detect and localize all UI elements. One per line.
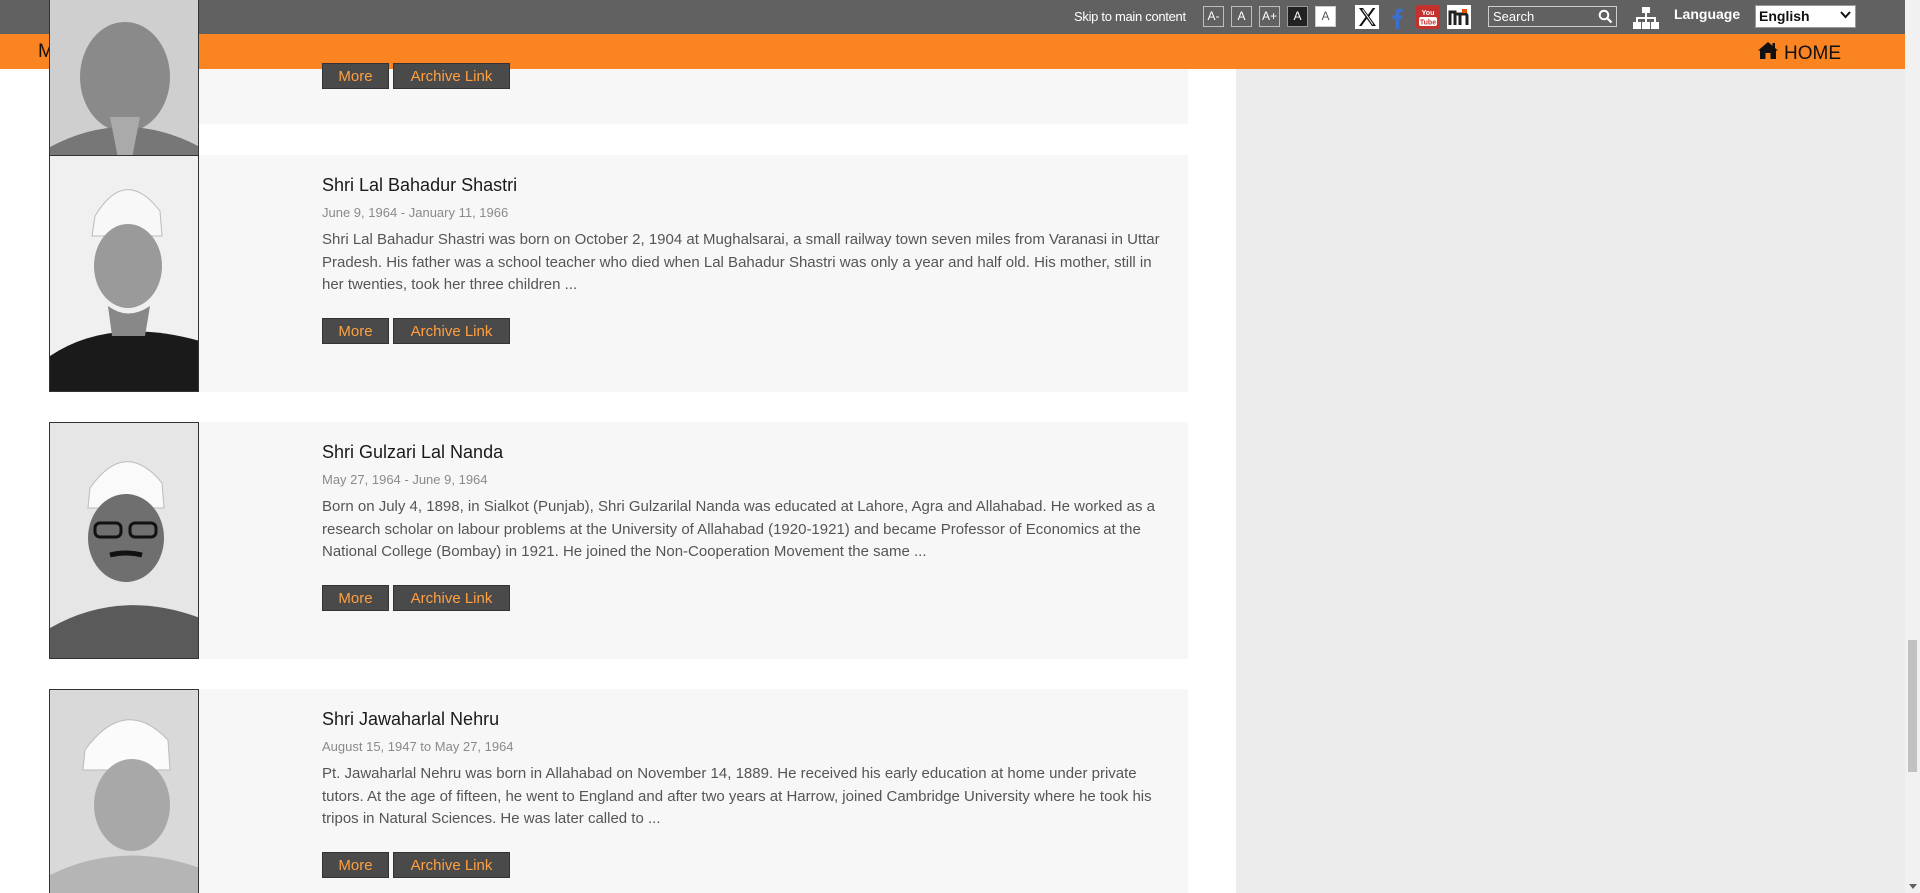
font-increase-button[interactable]: A+ xyxy=(1259,6,1280,27)
pm-card: Shri Jawaharlal Nehru August 15, 1947 to… xyxy=(49,689,1188,893)
pm-dates: August 15, 1947 to May 27, 1964 xyxy=(322,739,514,754)
home-link[interactable]: HOME xyxy=(1757,41,1841,66)
search-icon[interactable] xyxy=(1598,9,1613,24)
pm-description: Born on July 4, 1898, in Sialkot (Punjab… xyxy=(322,498,1156,561)
chevron-down-icon xyxy=(1840,8,1851,25)
sitemap-icon[interactable] xyxy=(1633,6,1659,30)
pm-name: Shri Gulzari Lal Nanda xyxy=(322,442,504,462)
home-label: HOME xyxy=(1784,42,1841,64)
more-button[interactable]: More xyxy=(322,585,389,611)
youtube-icon[interactable]: You Tube xyxy=(1416,5,1440,29)
pm-dates: May 27, 1964 - June 9, 1964 xyxy=(322,472,488,487)
scroll-down-arrow-icon[interactable] xyxy=(1909,884,1917,889)
mygov-icon[interactable] xyxy=(1447,5,1471,29)
home-icon xyxy=(1757,41,1779,66)
high-contrast-button[interactable]: A xyxy=(1287,6,1308,27)
pm-name: Shri Lal Bahadur Shastri xyxy=(322,175,518,195)
svg-text:Tube: Tube xyxy=(1420,20,1436,27)
facebook-icon[interactable] xyxy=(1385,5,1409,29)
svg-text:You: You xyxy=(1422,10,1435,17)
pm-name: Shri Jawaharlal Nehru xyxy=(322,709,500,729)
x-icon[interactable] xyxy=(1355,5,1379,29)
vertical-scrollbar[interactable] xyxy=(1905,0,1920,893)
right-sidebar xyxy=(1236,69,1905,893)
pm-description: Shri Lal Bahadur Shastri was born on Oct… xyxy=(322,231,1160,294)
search-box xyxy=(1488,6,1617,27)
pm-card: Shri Lal Bahadur Shastri June 9, 1964 - … xyxy=(49,155,1188,392)
archive-link-button[interactable]: Archive Link xyxy=(393,585,510,611)
font-normal-button[interactable]: A xyxy=(1231,6,1252,27)
archive-link-button[interactable]: Archive Link xyxy=(393,852,510,878)
utility-bar: Skip to main content A- A A+ A A You Tube… xyxy=(0,0,1905,34)
pm-photo xyxy=(49,155,199,392)
language-label: Language xyxy=(1674,6,1741,22)
skip-to-main-content-link[interactable]: Skip to main content xyxy=(1074,9,1186,24)
language-selected-value: English xyxy=(1759,8,1810,24)
pm-card-partial: More Archive Link xyxy=(49,0,1188,193)
archive-link-button[interactable]: Archive Link xyxy=(393,318,510,344)
more-button[interactable]: More xyxy=(322,63,389,89)
font-decrease-button[interactable]: A- xyxy=(1203,6,1224,27)
pm-description: Pt. Jawaharlal Nehru was born in Allahab… xyxy=(322,765,1152,828)
language-select[interactable]: English xyxy=(1755,5,1856,28)
search-input[interactable] xyxy=(1493,8,1593,25)
more-button[interactable]: More xyxy=(322,318,389,344)
archive-link-button[interactable]: Archive Link xyxy=(393,63,510,89)
pm-card: Shri Gulzari Lal Nanda May 27, 1964 - Ju… xyxy=(49,422,1188,659)
pm-photo xyxy=(49,422,199,659)
normal-contrast-button[interactable]: A xyxy=(1315,6,1336,27)
pm-dates: June 9, 1964 - January 11, 1966 xyxy=(322,205,509,220)
main-nav-bar: MENU HOME xyxy=(0,34,1905,69)
pm-photo xyxy=(49,689,199,893)
scrollbar-thumb[interactable] xyxy=(1908,640,1917,772)
more-button[interactable]: More xyxy=(322,852,389,878)
